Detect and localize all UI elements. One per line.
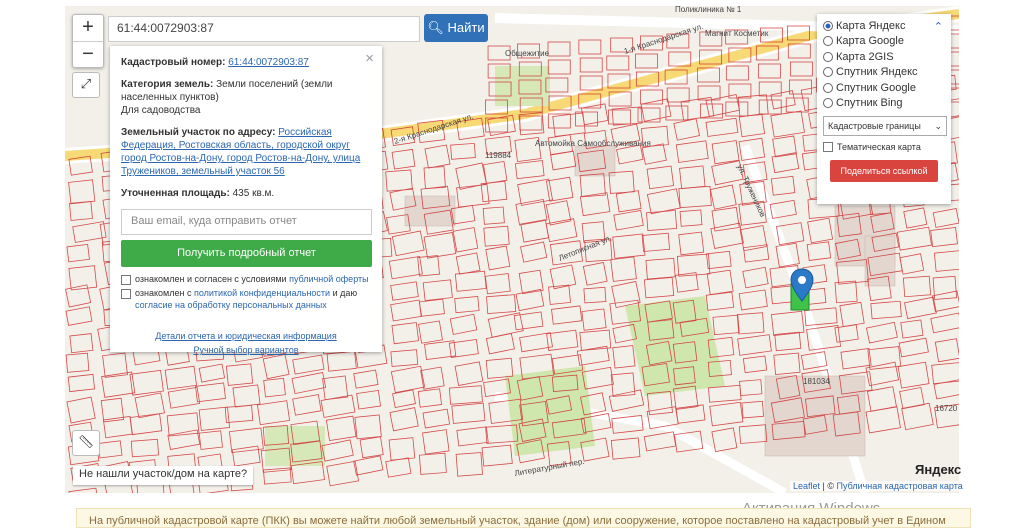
overlay-select[interactable]: Кадастровые границы ⌄ xyxy=(823,116,947,136)
offer-agreement: ознакомлен и согласен с условиями публич… xyxy=(121,273,371,285)
layer-option[interactable]: Спутник Bing xyxy=(823,96,945,112)
search-icon: 🔍︎ xyxy=(427,20,444,35)
zoom-control: + − xyxy=(72,14,104,68)
privacy-text-mid: и даю xyxy=(330,288,358,298)
panel-links: Детали отчета и юридическая информация Р… xyxy=(121,329,371,357)
consent-link[interactable]: согласие на обработку персональных данны… xyxy=(135,300,327,310)
poi-label-3: Магнит Косметик xyxy=(705,29,769,38)
area-value: 435 кв.м. xyxy=(232,188,275,199)
parcel-number-1: 119884 xyxy=(485,151,512,160)
privacy-agreement: ознакомлен с политикой конфиденциальност… xyxy=(121,287,371,311)
search-button[interactable]: 🔍︎ Найти xyxy=(424,14,488,42)
search-input[interactable]: 61:44:0072903:87 xyxy=(108,16,420,42)
manual-select-link[interactable]: Ручной выбор вариантов xyxy=(193,345,298,355)
layer-radio[interactable] xyxy=(823,51,833,62)
privacy-checkbox[interactable] xyxy=(121,289,131,299)
search-button-label: Найти xyxy=(447,20,485,35)
layer-switcher: ⌃ Карта Яндекс Карта Google Карта 2GIS Спут… xyxy=(817,14,951,204)
chevron-down-icon: ⌄ xyxy=(934,121,942,131)
leaflet-link[interactable]: Leaflet xyxy=(793,481,820,491)
cadastral-number-row: Кадастровый номер: 61:44:0072903:87 xyxy=(121,56,371,69)
poi-label-2: Автомойка Самообслуживания xyxy=(535,139,651,148)
parcel-number-3: 16720 xyxy=(935,404,958,413)
layer-option[interactable]: Карта Google xyxy=(823,34,945,50)
thematic-toggle[interactable]: Тематическая карта xyxy=(823,142,945,152)
thematic-label: Тематическая карта xyxy=(837,142,921,152)
layer-option-label: Карта Google xyxy=(836,35,904,48)
privacy-text: ознакомлен с xyxy=(135,288,194,298)
parcel-info-panel: × Кадастровый номер: 61:44:0072903:87 Ка… xyxy=(110,46,382,355)
yandex-logo: Яндекс xyxy=(915,462,962,477)
fullscreen-icon[interactable]: ⤢ xyxy=(72,72,100,98)
area-label: Уточненная площадь: xyxy=(121,188,230,199)
zoom-in-button[interactable]: + xyxy=(73,15,103,41)
offer-text: ознакомлен и согласен с условиями xyxy=(135,274,290,284)
layer-option[interactable]: Карта Яндекс xyxy=(823,18,945,34)
address-label: Земельный участок по адресу: xyxy=(121,127,276,138)
map-attribution: Leaflet | © Публичная кадастровая карта xyxy=(790,481,966,491)
layer-option-label: Спутник Яндекс xyxy=(836,66,918,79)
privacy-link[interactable]: политикой конфиденциальности xyxy=(194,288,330,298)
layer-radio[interactable] xyxy=(823,20,833,31)
location-pin-icon[interactable] xyxy=(790,268,814,307)
address-row: Земельный участок по адресу: Российская … xyxy=(121,126,371,178)
layer-option-label: Карта Яндекс xyxy=(836,19,906,32)
layer-option[interactable]: Спутник Google xyxy=(823,80,945,96)
chevron-up-icon[interactable]: ⌃ xyxy=(934,20,943,33)
overlay-select-value: Кадастровые границы xyxy=(828,121,921,131)
cadastral-number-link[interactable]: 61:44:0072903:87 xyxy=(228,57,309,68)
ruler-icon[interactable]: 📏︎ xyxy=(72,430,100,456)
zoom-out-button[interactable]: − xyxy=(73,41,103,68)
layer-option-label: Спутник Google xyxy=(836,81,916,94)
area-row: Уточненная площадь: 435 кв.м. xyxy=(121,187,371,200)
poi-label-4: Поликлиника № 1 xyxy=(675,6,742,14)
details-link[interactable]: Детали отчета и юридическая информация xyxy=(155,331,336,341)
offer-checkbox[interactable] xyxy=(121,275,131,285)
layer-option[interactable]: Карта 2GIS xyxy=(823,49,945,65)
layer-option-label: Спутник Bing xyxy=(836,97,903,110)
parcel-number-2: 181034 xyxy=(803,377,830,386)
poi-label-1: Общежитие xyxy=(505,49,550,58)
layer-option-label: Карта 2GIS xyxy=(836,50,894,63)
layer-radio[interactable] xyxy=(823,67,833,78)
get-report-button[interactable]: Получить подробный отчет xyxy=(121,240,372,267)
land-use: Для садоводства xyxy=(121,105,201,116)
close-icon[interactable]: × xyxy=(365,50,374,67)
category-label: Категория земель: xyxy=(121,79,214,90)
attribution-sep: | © xyxy=(820,481,837,491)
offer-link[interactable]: публичной оферты xyxy=(289,274,369,284)
bottom-notice: На публичной кадастровой карте (ПКК) вы … xyxy=(76,508,971,528)
not-found-link[interactable]: Не нашли участок/дом на карте? xyxy=(73,466,254,485)
share-link-button[interactable]: Поделиться ссылкой xyxy=(830,160,938,182)
thematic-checkbox[interactable] xyxy=(823,142,833,152)
cadastral-label: Кадастровый номер: xyxy=(121,57,226,68)
land-category-row: Категория земель: Земли поселений (земли… xyxy=(121,78,371,117)
layer-option[interactable]: Спутник Яндекс xyxy=(823,65,945,81)
layer-radio[interactable] xyxy=(823,82,833,93)
layer-radio[interactable] xyxy=(823,98,833,109)
pkk-link[interactable]: Публичная кадастровая карта xyxy=(837,481,963,491)
layer-radio[interactable] xyxy=(823,36,833,47)
email-field[interactable]: Ваш email, куда отправить отчет xyxy=(121,209,372,235)
